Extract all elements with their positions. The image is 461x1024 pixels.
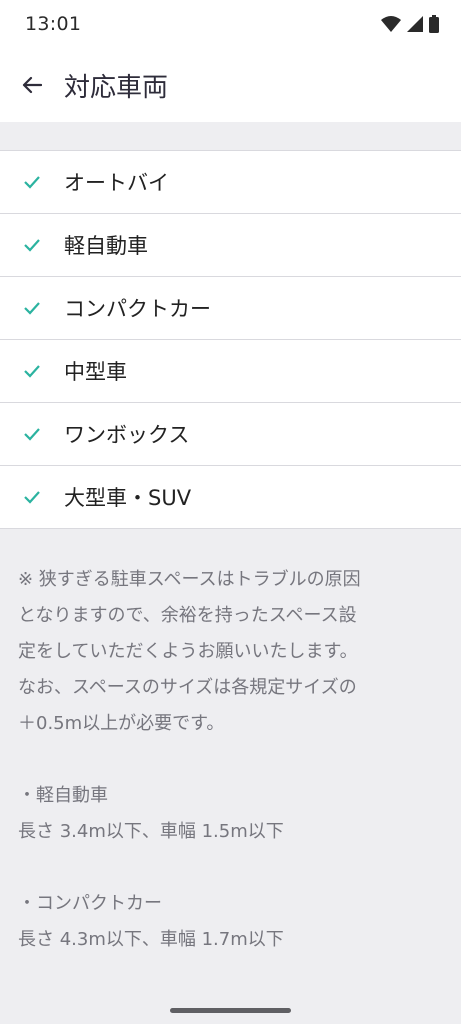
list-item[interactable]: 大型車・SUV — [0, 466, 461, 529]
size-note: ※ 狭すぎる駐車スペースはトラブルの原因 となりますので、余裕を持ったスペース設… — [18, 562, 448, 958]
check-icon — [24, 365, 40, 378]
home-indicator[interactable] — [170, 1008, 291, 1013]
note-line: ＋0.5m以上が必要です。 — [18, 713, 225, 734]
list-item[interactable]: コンパクトカー — [0, 277, 461, 340]
cellular-signal-icon — [407, 16, 423, 32]
note-line: となりますので、余裕を持ったスペース設 — [18, 605, 357, 626]
note-line: なお、スペースのサイズは各規定サイズの — [18, 677, 357, 698]
note-line: ※ 狭すぎる駐車スペースはトラブルの原因 — [18, 569, 361, 590]
vehicle-label: 中型車 — [64, 360, 127, 384]
list-item[interactable]: ワンボックス — [0, 403, 461, 466]
wifi-icon — [381, 16, 401, 32]
check-icon — [24, 176, 40, 189]
list-item[interactable]: オートバイ — [0, 151, 461, 214]
vehicle-label: ワンボックス — [64, 423, 190, 447]
app-bar: 対応車両 — [0, 48, 461, 122]
list-item[interactable]: 軽自動車 — [0, 214, 461, 277]
note-section-size: 長さ 3.4m以下、車幅 1.5m以下 — [18, 821, 284, 842]
check-icon — [24, 428, 40, 441]
check-icon — [24, 239, 40, 252]
check-icon — [24, 302, 40, 315]
status-time: 13:01 — [25, 13, 82, 35]
vehicle-label: 軽自動車 — [64, 234, 148, 258]
note-section-heading: ・コンパクトカー — [18, 893, 162, 914]
note-section-heading: ・軽自動車 — [18, 785, 108, 806]
status-bar: 13:01 — [0, 0, 461, 48]
vehicle-label: コンパクトカー — [64, 297, 211, 321]
list-item[interactable]: 中型車 — [0, 340, 461, 403]
section-spacer — [0, 122, 461, 150]
note-section-size: 長さ 4.3m以下、車幅 1.7m以下 — [18, 929, 284, 950]
vehicle-label: オートバイ — [64, 171, 169, 195]
back-button[interactable] — [0, 48, 64, 122]
arrow-back-icon — [22, 76, 42, 94]
battery-icon — [429, 15, 439, 33]
note-line: 定をしていただくようお願いいたします。 — [18, 641, 358, 662]
page-title: 対応車両 — [64, 72, 169, 103]
vehicle-list: オートバイ 軽自動車 コンパクトカー 中型車 ワンボックス 大型車・SUV — [0, 150, 461, 529]
status-icons — [381, 15, 439, 33]
vehicle-label: 大型車・SUV — [64, 486, 192, 510]
check-icon — [24, 491, 40, 504]
